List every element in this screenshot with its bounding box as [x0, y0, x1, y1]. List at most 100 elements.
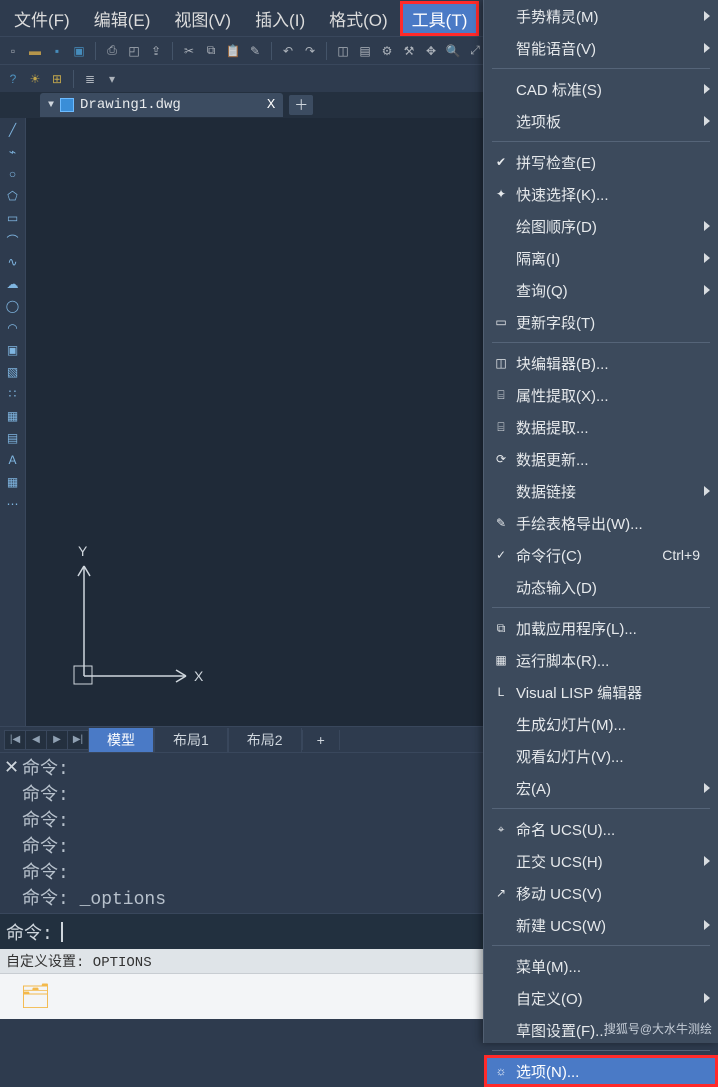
chevron-down-icon[interactable]: ▼ [48, 100, 54, 111]
menu-item[interactable]: 生成幻灯片(M)... [484, 708, 718, 740]
menu-item[interactable]: 查询(Q) [484, 274, 718, 306]
new-icon[interactable]: ▫ [4, 42, 22, 60]
menu-view[interactable]: 视图(V) [162, 1, 243, 36]
menu-item[interactable]: ▦运行脚本(R)... [484, 644, 718, 676]
menu-item[interactable]: 宏(A) [484, 772, 718, 804]
layerprop-icon[interactable]: ≣ [81, 70, 99, 88]
document-tab[interactable]: ▼ Drawing1.dwg X [40, 93, 283, 117]
menu-item[interactable]: ⌸数据提取... [484, 411, 718, 443]
layout-nav-next[interactable]: ▶ [46, 730, 68, 750]
menu-item[interactable]: ↗移动 UCS(V) [484, 877, 718, 909]
rectangle-icon[interactable]: ▭ [5, 210, 21, 226]
more-icon[interactable]: ⋯ [5, 496, 21, 512]
menu-item[interactable]: ✎手绘表格导出(W)... [484, 507, 718, 539]
region-icon[interactable]: ▦ [5, 408, 21, 424]
block-icon[interactable]: ▣ [5, 342, 21, 358]
circle-icon[interactable]: ○ [5, 166, 21, 182]
tool2-icon[interactable]: ⚒ [400, 42, 418, 60]
zoomext-icon[interactable]: ⤢ [466, 42, 484, 60]
layout-tab-add[interactable]: + [302, 730, 340, 750]
menu-item[interactable]: ✦快速选择(K)... [484, 178, 718, 210]
menu-item-label: 隔离(I) [512, 248, 704, 269]
menu-item[interactable]: ✓命令行(C)Ctrl+9 [484, 539, 718, 571]
menu-item-label: 新建 UCS(W) [512, 915, 704, 936]
sun-icon[interactable]: ☀ [26, 70, 44, 88]
layout-tab-model[interactable]: 模型 [88, 728, 154, 752]
menu-item[interactable]: ⟳数据更新... [484, 443, 718, 475]
menu-item[interactable]: 自定义(O) [484, 982, 718, 1014]
polygon-icon[interactable]: ⬠ [5, 188, 21, 204]
menu-item[interactable]: ⌖命名 UCS(U)... [484, 813, 718, 845]
menu-item[interactable]: 选项板 [484, 105, 718, 137]
menu-item-icon: ☼ [490, 1064, 512, 1078]
layer-dd-icon[interactable]: ▾ [103, 70, 121, 88]
revcloud-icon[interactable]: ☁ [5, 276, 21, 292]
ucs-indicator: X Y [66, 536, 206, 696]
layout-nav-last[interactable]: ▶| [67, 730, 89, 750]
menu-item[interactable]: ⧉加载应用程序(L)... [484, 612, 718, 644]
menu-format[interactable]: 格式(O) [317, 1, 400, 36]
cut-icon[interactable]: ✂ [180, 42, 198, 60]
ellipse-icon[interactable]: ◯ [5, 298, 21, 314]
pan-icon[interactable]: ✥ [422, 42, 440, 60]
arc-icon[interactable]: ⌒ [5, 232, 21, 248]
layout-tab-2[interactable]: 布局2 [228, 728, 302, 752]
new-tab-button[interactable]: ＋ [289, 95, 313, 115]
menu-insert[interactable]: 插入(I) [243, 1, 317, 36]
polyline-icon[interactable]: ⌁ [5, 144, 21, 160]
menu-item[interactable]: 观看幻灯片(V)... [484, 740, 718, 772]
saveall-icon[interactable]: ▣ [70, 42, 88, 60]
publish-icon[interactable]: ⇪ [147, 42, 165, 60]
menu-tools[interactable]: 工具(T) [400, 1, 480, 36]
hatch-icon[interactable]: ▧ [5, 364, 21, 380]
menu-item[interactable]: ⌸属性提取(X)... [484, 379, 718, 411]
menu-file[interactable]: 文件(F) [2, 1, 82, 36]
print-icon[interactable]: ⎙ [103, 42, 121, 60]
preview-icon[interactable]: ◰ [125, 42, 143, 60]
redo-icon[interactable]: ↷ [301, 42, 319, 60]
menu-item[interactable]: 菜单(M)... [484, 950, 718, 982]
explorer-icon[interactable]: 🗂 [20, 982, 50, 1011]
line-icon[interactable]: ╱ [5, 122, 21, 138]
open-icon[interactable]: ▬ [26, 42, 44, 60]
table-icon[interactable]: ▤ [5, 430, 21, 446]
copy-icon[interactable]: ⧉ [202, 42, 220, 60]
layout-nav-prev[interactable]: ◀ [25, 730, 47, 750]
menu-item[interactable]: 隔离(I) [484, 242, 718, 274]
menu-item[interactable]: 正交 UCS(H) [484, 845, 718, 877]
menu-item[interactable]: 数据链接 [484, 475, 718, 507]
paste-icon[interactable]: 📋 [224, 42, 242, 60]
save-icon[interactable]: ▪ [48, 42, 66, 60]
menu-edit[interactable]: 编辑(E) [82, 1, 163, 36]
layout-nav-first[interactable]: |◀ [4, 730, 26, 750]
menu-item-label: 生成幻灯片(M)... [512, 714, 710, 735]
undo-icon[interactable]: ↶ [279, 42, 297, 60]
cmdwin-close-icon[interactable]: ✕ [4, 757, 22, 909]
close-tab-icon[interactable]: X [267, 97, 275, 113]
zoom-icon[interactable]: 🔍 [444, 42, 462, 60]
menu-item[interactable]: ▭更新字段(T) [484, 306, 718, 338]
menu-item[interactable]: CAD 标准(S) [484, 73, 718, 105]
match-icon[interactable]: ✎ [246, 42, 264, 60]
layout-tab-1[interactable]: 布局1 [154, 728, 228, 752]
text-icon[interactable]: A [5, 452, 21, 468]
grid-icon[interactable]: ▦ [5, 474, 21, 490]
spline-icon[interactable]: ∿ [5, 254, 21, 270]
point-icon[interactable]: ∷ [5, 386, 21, 402]
menu-item[interactable]: 绘图顺序(D) [484, 210, 718, 242]
menu-item[interactable]: 新建 UCS(W) [484, 909, 718, 941]
menu-item-label: 加载应用程序(L)... [512, 618, 710, 639]
menu-item[interactable]: LVisual LISP 编辑器 [484, 676, 718, 708]
app-icon[interactable]: ⊞ [48, 70, 66, 88]
menu-item[interactable]: 动态输入(D) [484, 571, 718, 603]
menu-item[interactable]: 手势精灵(M) [484, 0, 718, 32]
ellipsearc-icon[interactable]: ◠ [5, 320, 21, 336]
help-icon[interactable]: ? [4, 70, 22, 88]
brush-icon[interactable]: ▤ [356, 42, 374, 60]
menu-item[interactable]: ✔拼写检查(E) [484, 146, 718, 178]
menu-item[interactable]: 智能语音(V) [484, 32, 718, 64]
menu-item[interactable]: ◫块编辑器(B)... [484, 347, 718, 379]
tool-icon[interactable]: ⚙ [378, 42, 396, 60]
eraser-icon[interactable]: ◫ [334, 42, 352, 60]
menu-item[interactable]: ☼选项(N)... [484, 1055, 718, 1087]
